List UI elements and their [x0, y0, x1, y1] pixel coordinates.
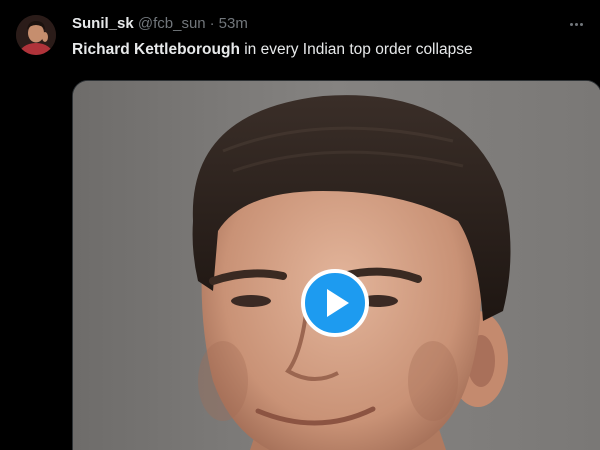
tweet-body-text: in every Indian top order collapse — [239, 41, 473, 58]
video-player[interactable] — [72, 80, 600, 450]
tweet-header: Sunil_sk @fcb_sun · 53m — [72, 14, 580, 34]
tweet[interactable]: Sunil_sk @fcb_sun · 53m Richard Kettleboro… — [0, 0, 600, 450]
more-horizontal-icon[interactable] — [566, 14, 586, 34]
play-button[interactable] — [301, 269, 369, 337]
tweet-text: Richard Kettleborough in every Indian to… — [72, 40, 580, 60]
video-thumbnail — [73, 81, 600, 450]
avatar[interactable] — [16, 15, 56, 55]
mention-text: Richard Kettleborough — [72, 41, 240, 58]
user-handle[interactable]: @fcb_sun — [138, 15, 206, 32]
separator-dot: · — [209, 15, 215, 32]
timestamp[interactable]: 53m — [219, 15, 248, 32]
display-name[interactable]: Sunil_sk — [72, 15, 134, 32]
play-icon — [327, 289, 349, 317]
